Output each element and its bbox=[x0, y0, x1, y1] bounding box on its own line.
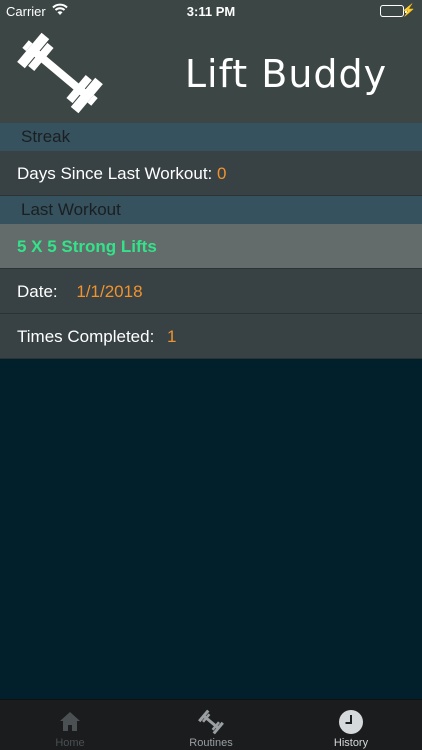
date-value: 1/1/2018 bbox=[76, 282, 143, 301]
section-header-last-workout: Last Workout bbox=[0, 196, 422, 224]
app-title: Lift Buddy bbox=[184, 52, 388, 96]
tab-routines[interactable]: Routines bbox=[141, 700, 281, 750]
tab-bar: Home Routines History bbox=[0, 699, 422, 750]
times-completed-label: Times Completed: bbox=[17, 327, 155, 346]
days-since-value: 0 bbox=[217, 164, 227, 183]
last-workout-date-row: Date: 1/1/2018 bbox=[0, 269, 422, 314]
tab-history[interactable]: History bbox=[281, 700, 421, 750]
section-header-streak: Streak bbox=[0, 123, 422, 151]
days-since-label: Days Since Last Workout: bbox=[17, 164, 213, 183]
tab-routines-label: Routines bbox=[189, 737, 233, 749]
times-completed-value: 1 bbox=[167, 327, 177, 346]
times-completed-row: Times Completed: 1 bbox=[0, 314, 422, 359]
tab-home[interactable]: Home bbox=[0, 700, 140, 750]
charging-icon: ⚡ bbox=[401, 3, 416, 17]
clock-icon bbox=[337, 709, 365, 735]
status-time: 3:11 PM bbox=[186, 4, 236, 19]
house-icon bbox=[56, 709, 84, 735]
app-header: Lift Buddy bbox=[0, 22, 422, 123]
tab-history-label: History bbox=[333, 737, 369, 749]
status-bar: Carrier 3:11 PM ⚡ bbox=[0, 0, 422, 22]
days-since-last-workout-row: Days Since Last Workout: 0 bbox=[0, 151, 422, 196]
date-label: Date: bbox=[17, 282, 58, 301]
last-workout-name-row[interactable]: 5 X 5 Strong Lifts bbox=[0, 224, 422, 269]
dumbbell-icon bbox=[197, 709, 225, 735]
last-workout-name: 5 X 5 Strong Lifts bbox=[17, 237, 157, 256]
barbell-icon bbox=[14, 30, 106, 116]
tab-home-label: Home bbox=[55, 737, 85, 749]
